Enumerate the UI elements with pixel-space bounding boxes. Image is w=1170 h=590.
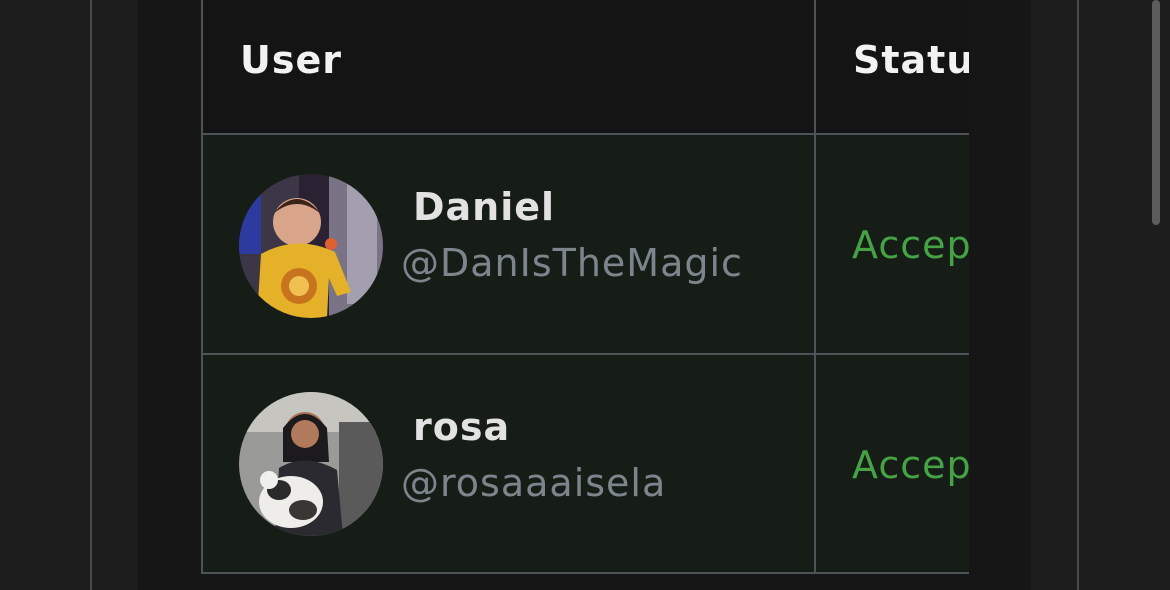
table-row-status-cell: Accepted <box>814 133 969 355</box>
column-header-status-label: Status <box>853 38 969 82</box>
column-header-user[interactable]: User <box>201 0 816 135</box>
column-header-status[interactable]: Status <box>814 0 969 135</box>
left-divider <box>90 0 92 590</box>
table-row-status-cell: Accepted <box>814 353 969 574</box>
display-name: Daniel <box>413 185 556 229</box>
table-row-user-cell[interactable]: rosa @rosaaaisela <box>201 353 816 574</box>
scrollbar-thumb[interactable] <box>1152 0 1160 225</box>
display-name: rosa <box>413 405 511 449</box>
avatar[interactable] <box>239 174 383 318</box>
members-table: User Status <box>201 0 969 574</box>
table-row-user-cell[interactable]: Daniel @DanIsTheMagic <box>201 133 816 355</box>
members-table-inner: User Status <box>201 0 969 574</box>
username-handle: @DanIsTheMagic <box>401 241 743 285</box>
column-header-user-label: User <box>240 38 342 82</box>
username-handle: @rosaaaisela <box>401 461 667 505</box>
right-divider <box>1077 0 1079 590</box>
avatar[interactable] <box>239 392 383 536</box>
status-badge: Accepted <box>852 443 969 487</box>
woman-with-cat-photo-avatar-icon <box>239 392 383 536</box>
status-badge: Accepted <box>852 223 969 267</box>
child-photo-avatar-icon <box>239 174 383 318</box>
screen: User Status <box>0 0 1170 590</box>
